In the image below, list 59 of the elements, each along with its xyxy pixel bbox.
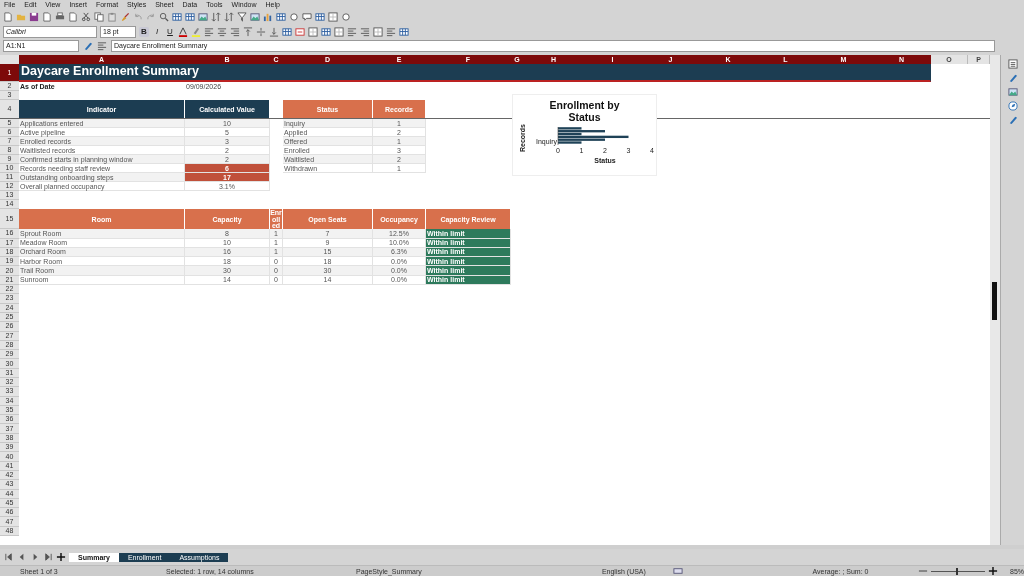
- image-icon[interactable]: [250, 12, 260, 23]
- underline-button[interactable]: U: [165, 27, 175, 38]
- scrollbar[interactable]: [0, 545, 1024, 550]
- table-icon[interactable]: [276, 12, 286, 23]
- slider-thumb[interactable]: [955, 567, 958, 575]
- align-right-icon[interactable]: [230, 27, 240, 38]
- scrollbar-thumb[interactable]: [992, 282, 997, 321]
- first-sheet-icon[interactable]: [4, 552, 14, 563]
- table-icon[interactable]: [321, 27, 331, 38]
- chart-title: Enrollment by Status: [548, 100, 621, 124]
- lines-icon[interactable]: [347, 27, 357, 38]
- table-icon[interactable]: [282, 27, 292, 38]
- document-icon[interactable]: [68, 12, 78, 23]
- table-icon[interactable]: [172, 12, 182, 23]
- align-top-icon[interactable]: [243, 27, 253, 38]
- border-icon[interactable]: [334, 27, 344, 38]
- bold-button[interactable]: B: [139, 27, 149, 38]
- merge-icon[interactable]: [295, 27, 305, 38]
- align-center-icon[interactable]: [217, 27, 227, 38]
- properties-icon[interactable]: [1007, 59, 1018, 70]
- zoom-in-icon[interactable]: [988, 566, 998, 576]
- search-icon[interactable]: [159, 12, 169, 23]
- lines-icon[interactable]: [386, 27, 396, 38]
- align-middle-icon[interactable]: [256, 27, 266, 38]
- border-icon[interactable]: [308, 27, 318, 38]
- copy-icon[interactable]: [94, 12, 104, 23]
- comment-icon[interactable]: [302, 12, 312, 23]
- floppy-icon[interactable]: [29, 12, 39, 23]
- circle-icon[interactable]: [289, 12, 299, 23]
- sort-icon[interactable]: [211, 12, 221, 23]
- table-icon[interactable]: [399, 27, 409, 38]
- brush-icon[interactable]: [120, 12, 130, 23]
- navigator-icon[interactable]: [1007, 101, 1018, 112]
- filter-icon[interactable]: [237, 12, 247, 23]
- italic-button[interactable]: I: [152, 27, 162, 38]
- axis-line: [557, 126, 559, 146]
- document-icon[interactable]: [42, 12, 52, 23]
- scrollbar[interactable]: [990, 55, 1000, 546]
- circle-icon[interactable]: [341, 12, 351, 23]
- sort-icon[interactable]: [224, 12, 234, 23]
- select-all-corner[interactable]: [0, 55, 19, 65]
- bar-chart-icon[interactable]: [263, 12, 273, 23]
- highlight-icon[interactable]: [191, 27, 201, 38]
- last-sheet-icon[interactable]: [43, 552, 53, 563]
- table-icon[interactable]: [185, 12, 195, 23]
- align-left-icon[interactable]: [204, 27, 214, 38]
- selection-mode-icon[interactable]: [672, 566, 683, 576]
- border-icon[interactable]: [328, 12, 338, 23]
- lines-icon[interactable]: [360, 27, 370, 38]
- image-icon[interactable]: [198, 12, 208, 23]
- new-document-icon[interactable]: [3, 12, 13, 23]
- table-icon[interactable]: [315, 12, 325, 23]
- add-sheet-icon[interactable]: [56, 552, 66, 563]
- font-color-icon[interactable]: [178, 27, 188, 38]
- title-cell: Daycare Enrollment Summary: [19, 64, 931, 83]
- gallery-icon[interactable]: [1007, 87, 1018, 98]
- clipboard-icon[interactable]: [107, 12, 117, 23]
- border-icon[interactable]: [373, 27, 383, 38]
- scissors-icon[interactable]: [81, 12, 91, 23]
